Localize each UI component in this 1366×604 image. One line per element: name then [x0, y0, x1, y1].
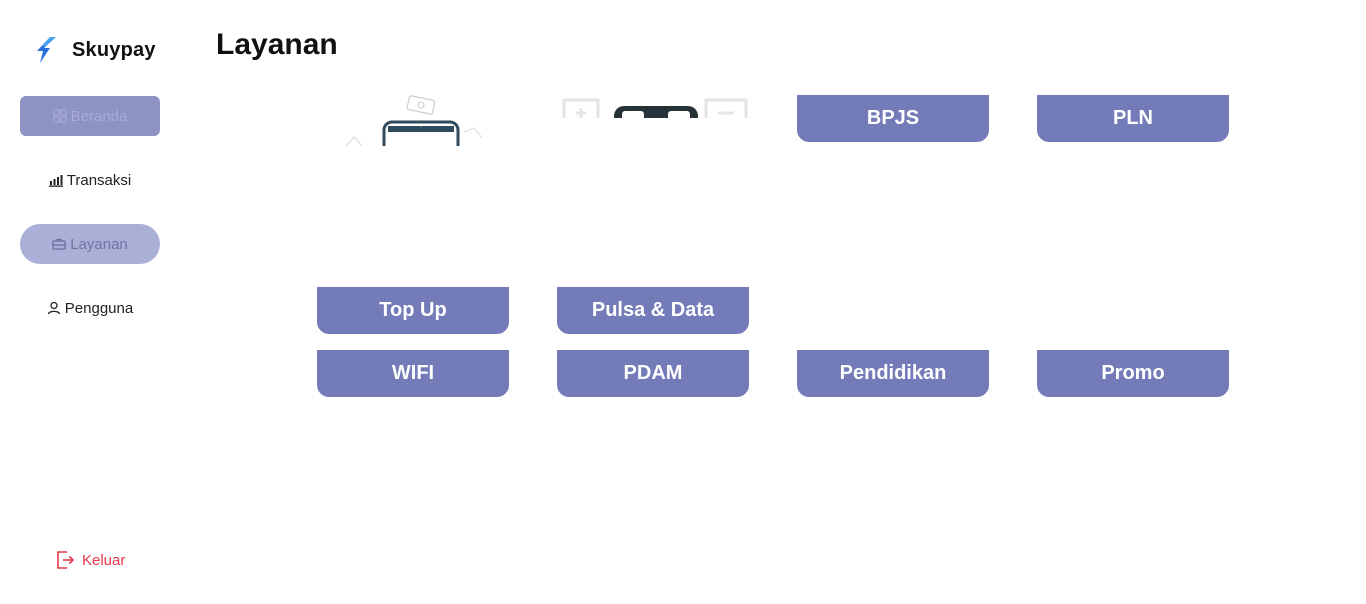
- service-button-promo[interactable]: Promo: [1037, 350, 1229, 397]
- service-button-bpjs[interactable]: BPJS: [797, 95, 989, 142]
- service-button-wifi[interactable]: WIFI: [317, 350, 509, 397]
- sidebar-item-beranda[interactable]: Beranda: [20, 96, 160, 136]
- sidebar-item-transaksi[interactable]: Transaksi: [20, 160, 160, 200]
- service-button-pdam[interactable]: PDAM: [557, 350, 749, 397]
- sidebar-item-label: Transaksi: [66, 171, 132, 189]
- logout-icon: [57, 551, 74, 569]
- brand-name: Skuypay: [72, 38, 156, 61]
- grid-icon: [53, 109, 67, 123]
- logout-label: Keluar: [82, 551, 126, 569]
- service-button-pln[interactable]: PLN: [1037, 95, 1229, 142]
- pulsa-illustration: [562, 98, 748, 118]
- service-button-pendidikan[interactable]: Pendidikan: [797, 350, 989, 397]
- sidebar: Skuypay Beranda Transaksi Layanan Penggu…: [0, 0, 180, 604]
- skuypay-logo-icon: [37, 37, 56, 63]
- sidebar-item-layanan[interactable]: Layanan: [20, 224, 160, 264]
- sidebar-item-label: Pengguna: [64, 299, 134, 317]
- brand[interactable]: Skuypay: [36, 36, 156, 64]
- toolbox-icon: [52, 238, 66, 250]
- user-icon: [47, 301, 60, 315]
- service-button-topup[interactable]: Top Up: [317, 287, 509, 334]
- logout-button[interactable]: Keluar: [56, 550, 125, 570]
- sidebar-item-pengguna[interactable]: Pengguna: [20, 288, 160, 328]
- bar-chart-icon: [48, 175, 63, 187]
- sidebar-item-label: Beranda: [70, 107, 128, 125]
- page-title: Layanan: [216, 28, 338, 61]
- service-button-pulsa-data[interactable]: Pulsa & Data: [557, 287, 749, 334]
- topup-illustration: [340, 92, 500, 146]
- sidebar-item-label: Layanan: [70, 235, 128, 253]
